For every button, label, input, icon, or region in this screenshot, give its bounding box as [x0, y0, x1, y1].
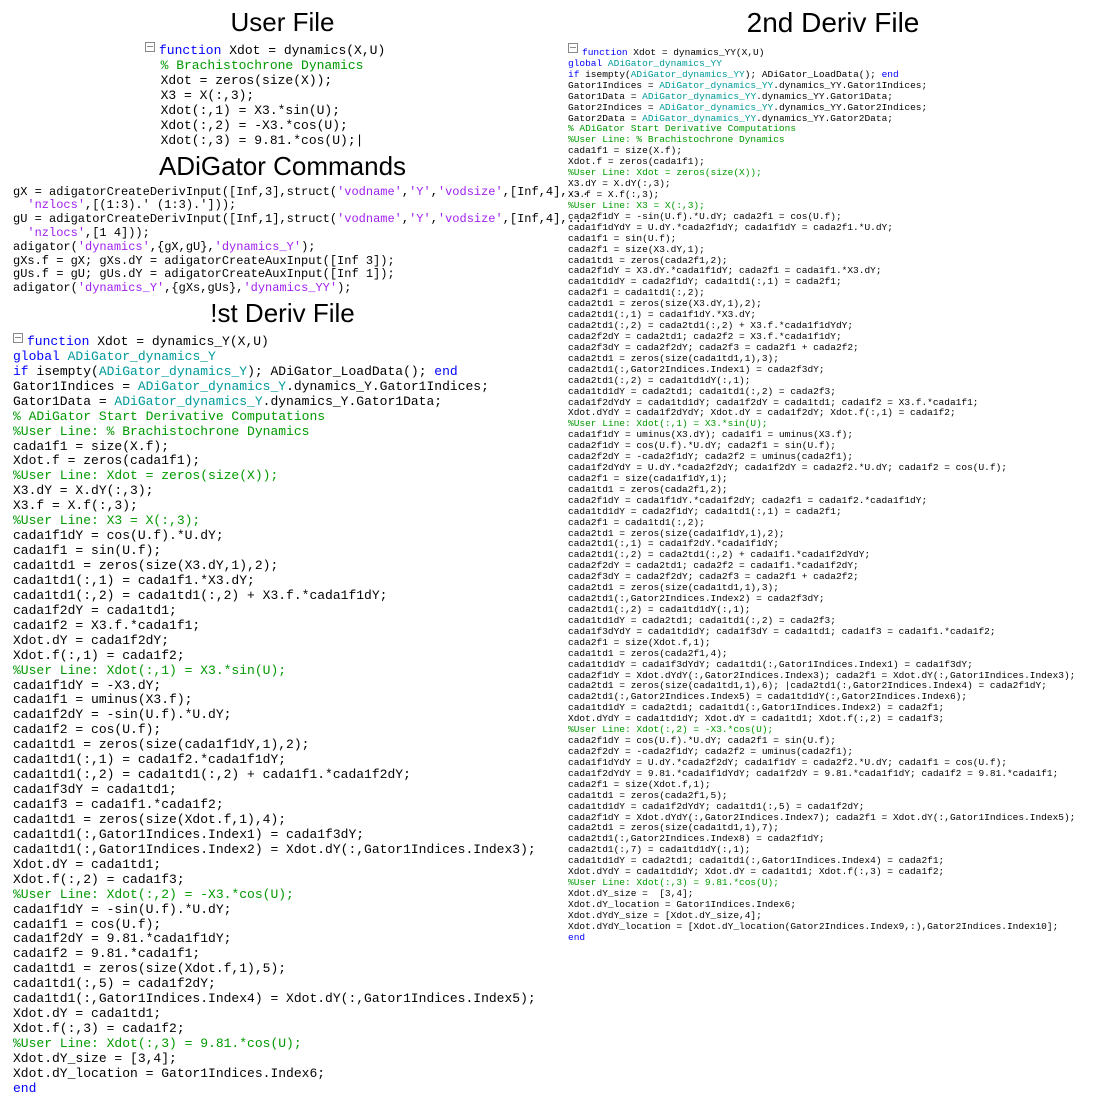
- adigator-commands-code: gX = adigatorCreateDerivInput([Inf,3],st…: [13, 186, 560, 296]
- first-deriv-heading: !st Deriv File: [5, 298, 560, 329]
- second-deriv-heading: 2nd Deriv File: [560, 7, 1106, 39]
- adigator-commands-heading: ADiGator Commands: [5, 151, 560, 182]
- user-file-code: function Xdot = dynamics(X,U) % Brachist…: [145, 42, 560, 149]
- user-file-heading: User File: [5, 7, 560, 38]
- layout-container: User File function Xdot = dynamics(X,U) …: [5, 5, 1106, 1097]
- right-column: 2nd Deriv File function Xdot = dynamics_…: [560, 5, 1106, 1097]
- first-deriv-code: function Xdot = dynamics_Y(X,U) global A…: [13, 333, 560, 1097]
- second-deriv-code: function Xdot = dynamics_YY(X,U) global …: [568, 43, 1106, 944]
- left-column: User File function Xdot = dynamics(X,U) …: [5, 5, 560, 1097]
